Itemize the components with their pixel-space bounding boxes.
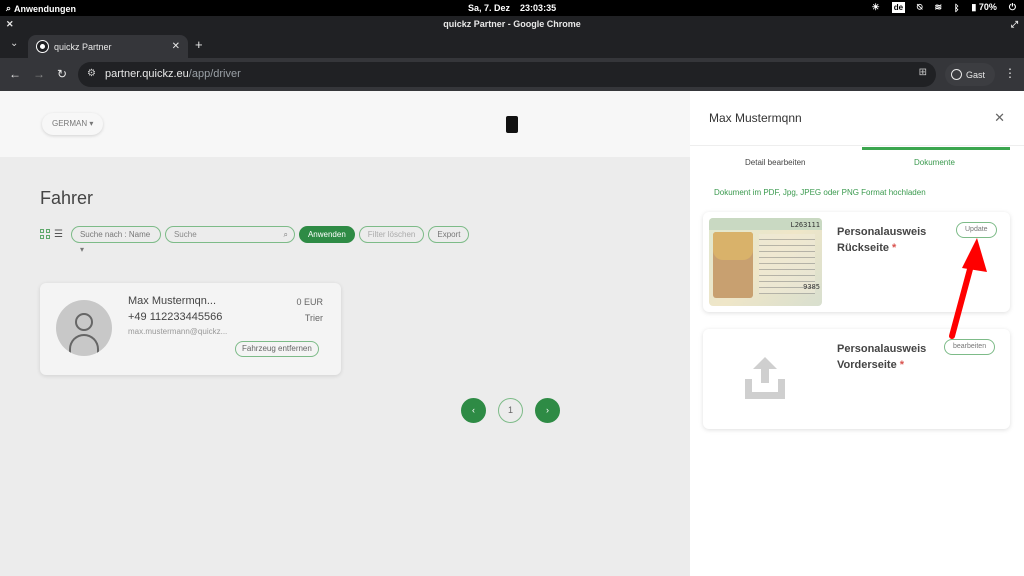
tab-quickz-partner[interactable]: quickz Partner ✕ [28, 35, 188, 58]
search-input[interactable]: Suche ⌕ [164, 225, 295, 243]
battery-percent: 70% [978, 2, 997, 12]
driver-balance: 0 EUR [296, 297, 323, 307]
next-page-button[interactable]: › [535, 398, 560, 423]
list-view-icon[interactable]: ☰ [54, 229, 63, 240]
search-by-dropdown[interactable]: Suche nach : Name ▾ [70, 225, 161, 254]
document-card-id-back: L263111 9385 Personalausweis Rückseite *… [703, 212, 1010, 312]
translate-icon[interactable]: ⊞ [919, 67, 927, 78]
system-tray[interactable]: ☀ de ⍉ ≋ ᛒ ▮ 70% ⏻ [872, 2, 1016, 13]
maximize-icon[interactable]: ⤢ [1011, 16, 1018, 32]
export-button[interactable]: Export [428, 225, 470, 243]
language-label: GERMAN [52, 119, 88, 128]
apply-button[interactable]: Anwenden [298, 225, 355, 243]
remove-vehicle-button[interactable]: Fahrzeug entfernen [235, 341, 319, 357]
language-select[interactable]: GERMAN ▾ [42, 113, 104, 135]
search-icon: ⌕ [6, 3, 12, 13]
grid-view-icon[interactable] [40, 229, 50, 239]
filter-toolbar: ☰ Suche nach : Name ▾ Suche ⌕ Anwenden Fi… [40, 225, 470, 254]
search-placeholder: Suche [173, 229, 197, 239]
tab-dokumente[interactable]: Dokumente [914, 158, 955, 167]
driver-phone: +49 112233445566 [128, 311, 223, 323]
driver-card[interactable]: Max Mustermqn... +49 112233445566 max.mu… [40, 283, 341, 375]
profile-icon [951, 69, 962, 80]
logo [506, 116, 518, 133]
document-title-line1: Personalausweis [837, 343, 927, 355]
profile-button[interactable]: Gast [945, 63, 995, 86]
notifications-off-icon: ⍉ [917, 2, 923, 12]
avatar [56, 300, 112, 356]
keyboard-layout[interactable]: de [891, 2, 906, 13]
driver-drawer: Max Mustermqnn ✕ Detail bearbeiten Dokum… [690, 91, 1024, 576]
required-mark: * [899, 359, 905, 371]
upload-hint: Dokument im PDF, Jpg, JPEG oder PNG Form… [714, 188, 926, 197]
document-title-line1: Personalausweis [837, 226, 927, 238]
wifi-icon: ≋ [934, 2, 942, 12]
url-host: partner.quickz.eu [105, 68, 189, 80]
profile-label: Gast [966, 69, 986, 80]
prev-page-button[interactable]: ‹ [461, 398, 486, 423]
tab-detail-bearbeiten[interactable]: Detail bearbeiten [745, 158, 805, 167]
tab-search-chevron-icon[interactable]: ⌄ [10, 38, 18, 49]
battery-status: ▮ 70% [971, 2, 997, 12]
document-card-id-front: Personalausweis Vorderseite * bearbeiten [703, 329, 1010, 429]
document-title-line2: Rückseite [837, 242, 889, 254]
page-title: Fahrer [40, 188, 94, 208]
brightness-icon: ☀ [871, 2, 880, 12]
id-number: L263111 [790, 221, 820, 229]
document-title-line2: Vorderseite [837, 359, 897, 371]
document-title: Personalausweis Rückseite * [837, 224, 957, 256]
favicon-icon [37, 41, 48, 52]
pagination: ‹ 1 › [461, 398, 560, 423]
date: Sa, 7. Dez [468, 3, 511, 13]
new-tab-button[interactable]: + [195, 37, 203, 52]
os-top-bar: ⌕ Anwendungen Sa, 7. Dez 23:03:35 ☀ de ⍉… [0, 0, 1024, 16]
active-tab-indicator [862, 147, 1010, 150]
search-icon: ⌕ [283, 229, 288, 239]
site-settings-icon[interactable]: ⚙ [87, 68, 96, 79]
drawer-title: Max Mustermqnn [709, 111, 802, 125]
edit-button[interactable]: bearbeiten [944, 339, 996, 355]
driver-city: Trier [304, 313, 323, 323]
page-header [0, 91, 690, 157]
forward-arrow-icon[interactable]: → [33, 67, 45, 81]
clear-filter-button[interactable]: Filter löschen [358, 225, 425, 243]
drawer-divider [690, 145, 1024, 146]
id-card-image[interactable]: L263111 9385 [709, 218, 822, 306]
url-path: /app/driver [188, 68, 241, 80]
clock[interactable]: Sa, 7. Dez 23:03:35 [468, 3, 556, 13]
close-window-icon[interactable]: ✕ [6, 16, 14, 32]
applications-menu[interactable]: ⌕ Anwendungen [6, 3, 76, 14]
page-1-button[interactable]: 1 [498, 398, 523, 423]
back-arrow-icon[interactable]: ← [9, 67, 21, 81]
time: 23:03:35 [520, 3, 557, 13]
tab-strip: ⌄ quickz Partner ✕ + [0, 32, 1024, 58]
reload-icon[interactable]: ↻ [57, 67, 67, 81]
update-button[interactable]: Update [956, 222, 997, 238]
required-mark: * [892, 242, 897, 254]
driver-page: GERMAN ▾ Fahrer ☰ Suche nach : Name ▾ Su… [0, 91, 690, 576]
power-icon[interactable]: ⏻ [1009, 2, 1016, 13]
id-number-secondary: 9385 [803, 283, 820, 291]
window-titlebar: ✕ quickz Partner - Google Chrome ⤢ [0, 16, 1024, 32]
driver-email: max.mustermann@quickz... [128, 327, 228, 336]
document-title: Personalausweis Vorderseite * [837, 341, 957, 373]
close-drawer-icon[interactable]: ✕ [994, 110, 1005, 126]
driver-name: Max Mustermqn... [128, 295, 217, 307]
tab-title: quickz Partner [54, 42, 112, 52]
bluetooth-icon: ᛒ [954, 2, 960, 13]
upload-icon[interactable] [741, 353, 789, 405]
navigation-bar: ← → ↻ ⚙ partner.quickz.eu/app/driver ⊞ G… [0, 58, 1024, 91]
url-text[interactable]: partner.quickz.eu/app/driver [105, 68, 241, 80]
close-tab-icon[interactable]: ✕ [172, 41, 180, 52]
window-title: quickz Partner - Google Chrome [443, 19, 581, 29]
more-menu-icon[interactable]: ⋮ [1004, 66, 1016, 80]
address-bar[interactable]: ⚙ partner.quickz.eu/app/driver ⊞ [78, 62, 936, 87]
search-by-label: Suche nach : Name [79, 229, 151, 239]
applications-label: Anwendungen [14, 3, 77, 14]
